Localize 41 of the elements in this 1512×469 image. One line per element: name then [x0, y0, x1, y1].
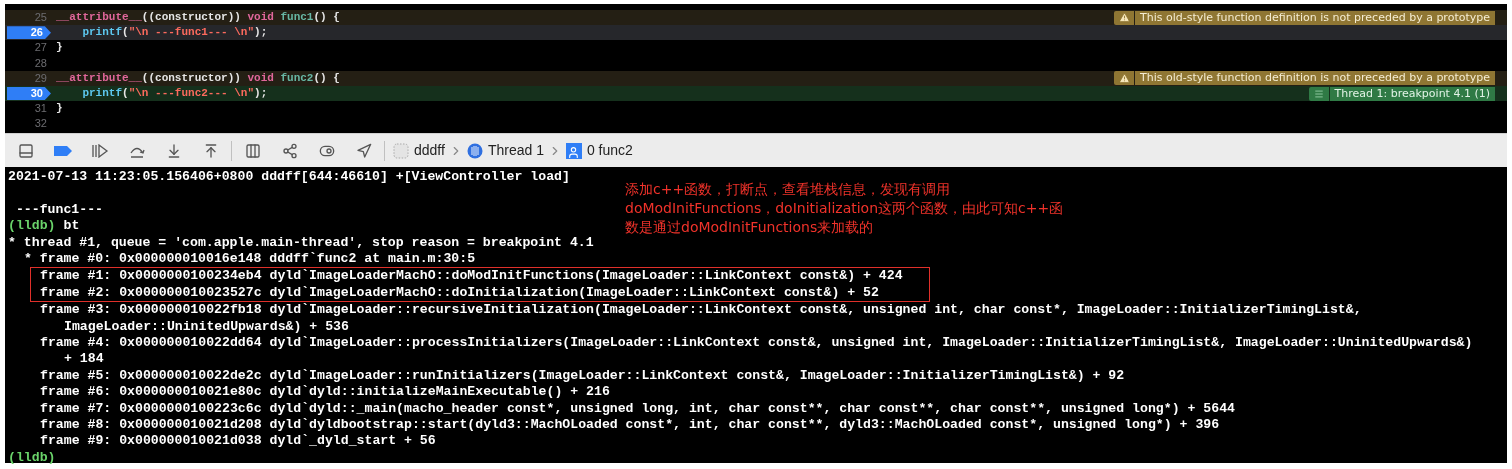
lldb-prompt: (lldb) [8, 449, 56, 467]
breakpoint-marker[interactable]: 30 [7, 87, 51, 101]
breadcrumb-item[interactable]: 0 func2 [586, 140, 633, 161]
code-text: printf("\n ---func2--- \n"); [81, 86, 268, 102]
lldb-prompt: (lldb) [8, 218, 56, 235]
person-icon [565, 142, 582, 159]
code-text: __attribute__((constructor)) void func2() { [56, 70, 340, 86]
annotation-note: 添加c++函数，打断点，查看堆栈信息，发现有调用doModInitFunctions，doInitialization这两个函数，由此可知c++函数是通过doModInitFunctions来加载的 [625, 180, 1065, 237]
thread-message: Thread 1: breakpoint 4.1 (1) [1329, 86, 1495, 101]
stack-frame: frame #5: 0x000000010022de2c dyld`ImageLoader::runInitializers(ImageLoader::LinkContext const&, ImageLoader::InitializerTimingList&) + 92 [40, 367, 1125, 383]
stack-frame: frame #7: 0x0000000100223c6c dyld`dyld::_main(macho_header const*, unsigned long, int, char const**, char const**, char const**, unsigned long*) + 5644 [40, 400, 1235, 416]
thread-icon [466, 142, 483, 159]
breadcrumb-item[interactable]: dddff [414, 140, 445, 161]
breadcrumb-item[interactable]: Thread 1 [487, 140, 544, 161]
code-text: } [56, 101, 63, 117]
console-command: bt [63, 218, 80, 235]
line-number: 27 [34, 41, 48, 55]
stack-frame: * frame #0: 0x000000010016e148 dddff`func2 at main.m:30:5 [24, 250, 476, 266]
stack-frame: frame #2: 0x000000010023527c dyld`ImageLoaderMachO::doInitialization(ImageLoader::LinkContext const&) + 52 [40, 284, 879, 300]
thread-icon [1308, 86, 1329, 101]
line-number: 32 [34, 117, 48, 131]
code-text: printf("\n ---func1--- \n"); [81, 25, 268, 41]
line-number: 31 [34, 102, 48, 116]
code-text: __attribute__((constructor)) void func1() { [56, 10, 340, 26]
warning-icon [1114, 10, 1134, 25]
warning-icon [1114, 71, 1134, 86]
warning-message: This old-style function definition is not preceded by a prototype [1135, 71, 1495, 86]
line-number: 29 [34, 71, 48, 85]
line-number: 25 [34, 11, 48, 25]
code-text: } [56, 40, 63, 56]
breakpoint-marker[interactable]: 26 [7, 26, 51, 40]
app-icon [393, 142, 409, 159]
warning-message: This old-style function definition is not preceded by a prototype [1135, 10, 1495, 25]
stack-frame: frame #1: 0x0000000100234eb4 dyld`ImageLoaderMachO::doModInitFunctions(ImageLoader::LinkContext const&) + 424 [40, 268, 903, 284]
stack-frame: frame #9: 0x000000010021d038 dyld`_dyld_start + 56 [40, 433, 436, 449]
console-output: 2021-07-13 11:23:05.156406+0800 dddff[644:46610] +[ViewController load] [8, 169, 570, 184]
console-output: ---func1--- [14, 201, 103, 217]
line-number: 28 [34, 56, 48, 70]
stack-frame: frame #6: 0x000000010021e80c dyld`dyld::initializeMainExecutable() + 216 [40, 384, 610, 400]
stack-frame: frame #8: 0x000000010021d208 dyld`dyldbootstrap::start(dyld3::MachOLoaded const*, int, char const**, dyld3::MachOLoaded const*, unsigned long*) + 396 [40, 417, 1220, 432]
console-output: * thread #1, queue = 'com.apple.main-thread', stop reason = breakpoint 4.1 [8, 234, 594, 250]
